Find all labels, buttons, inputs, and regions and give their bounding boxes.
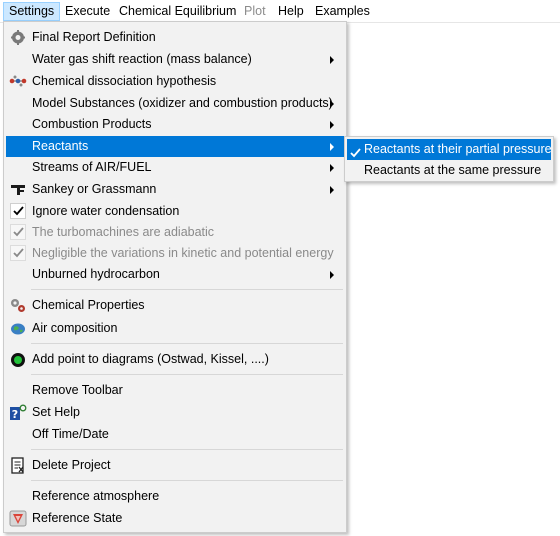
menu-item-label: Add point to diagrams (Ostwad, Kissel, .… bbox=[32, 352, 269, 366]
submenu-arrow-icon bbox=[330, 164, 334, 172]
menu-item-label: Off Time/Date bbox=[32, 427, 109, 441]
menu-chemical-equilibrium[interactable]: Chemical Equilibrium bbox=[114, 2, 241, 21]
molecule-icon bbox=[9, 73, 27, 90]
menu-item-chemical-dissociation[interactable]: Chemical dissociation hypothesis bbox=[6, 71, 344, 92]
menu-separator bbox=[31, 374, 343, 375]
menu-bar: Settings Execute Chemical Equilibrium Pl… bbox=[0, 0, 560, 23]
checkmark-icon bbox=[10, 245, 26, 261]
menu-item-sankey-grassmann[interactable]: Sankey or Grassmann bbox=[6, 179, 344, 200]
menu-separator bbox=[31, 343, 343, 344]
menu-item-label: Set Help bbox=[32, 405, 80, 419]
menu-item-delete-project[interactable]: Delete Project bbox=[6, 455, 344, 476]
delete-document-icon bbox=[9, 457, 27, 474]
gears-icon bbox=[9, 297, 27, 314]
green-dot-icon bbox=[9, 351, 27, 368]
menu-item-label: Negligible the variations in kinetic and… bbox=[32, 246, 334, 260]
menu-item-final-report-definition[interactable]: Final Report Definition bbox=[6, 27, 344, 48]
submenu-item-label: Reactants at their partial pressure bbox=[364, 142, 552, 156]
menu-item-ignore-water-condensation[interactable]: Ignore water condensation bbox=[6, 201, 344, 222]
menu-item-add-point-diagrams[interactable]: Add point to diagrams (Ostwad, Kissel, .… bbox=[6, 349, 344, 370]
menu-item-air-composition[interactable]: Air composition bbox=[6, 318, 344, 339]
menu-item-label: Reactants bbox=[32, 139, 89, 153]
menu-separator bbox=[31, 289, 343, 290]
submenu-arrow-icon bbox=[330, 100, 334, 108]
menu-plot[interactable]: Plot bbox=[239, 2, 271, 21]
checkmark-icon bbox=[10, 224, 26, 240]
menu-item-label: Sankey or Grassmann bbox=[32, 182, 157, 196]
menu-item-model-substances[interactable]: Model Substances (oxidizer and combustio… bbox=[6, 93, 344, 114]
menu-item-reference-atmosphere[interactable]: Reference atmosphere bbox=[6, 486, 344, 507]
checkmark-icon bbox=[10, 203, 26, 219]
report-settings-icon bbox=[9, 29, 27, 46]
menu-item-combustion-products[interactable]: Combustion Products bbox=[6, 114, 344, 135]
menu-item-remove-toolbar[interactable]: Remove Toolbar bbox=[6, 380, 344, 401]
submenu-arrow-icon bbox=[330, 143, 334, 151]
sankey-icon bbox=[9, 181, 27, 198]
menu-item-label: Ignore water condensation bbox=[32, 204, 180, 218]
menu-separator bbox=[31, 480, 343, 481]
menu-item-label: The turbomachines are adiabatic bbox=[32, 225, 215, 239]
menu-settings[interactable]: Settings bbox=[3, 2, 61, 21]
menu-item-chemical-properties[interactable]: Chemical Properties bbox=[6, 295, 344, 316]
globe-icon bbox=[9, 320, 27, 337]
submenu-arrow-icon bbox=[330, 121, 334, 129]
menu-item-label: Model Substances (oxidizer and combustio… bbox=[32, 96, 333, 110]
menu-help[interactable]: Help bbox=[273, 2, 309, 21]
menu-item-label: Delete Project bbox=[32, 458, 111, 472]
submenu-item-reactants-same-pressure[interactable]: Reactants at the same pressure bbox=[347, 160, 551, 181]
submenu-arrow-icon bbox=[330, 56, 334, 64]
menu-item-label: Chemical Properties bbox=[32, 298, 145, 312]
help-icon: ? bbox=[9, 404, 27, 421]
submenu-arrow-icon bbox=[330, 186, 334, 194]
svg-text:?: ? bbox=[12, 408, 18, 421]
menu-execute[interactable]: Execute bbox=[60, 2, 115, 21]
menu-item-label: Combustion Products bbox=[32, 117, 152, 131]
menu-item-reference-state[interactable]: Reference State bbox=[6, 508, 344, 529]
menu-item-label: Remove Toolbar bbox=[32, 383, 123, 397]
menu-item-label: Chemical dissociation hypothesis bbox=[32, 74, 217, 88]
reactants-submenu: Reactants at their partial pressure Reac… bbox=[344, 136, 554, 182]
submenu-item-reactants-partial-pressure[interactable]: Reactants at their partial pressure bbox=[347, 139, 552, 160]
submenu-arrow-icon bbox=[330, 271, 334, 279]
menu-examples[interactable]: Examples bbox=[310, 2, 375, 21]
menu-item-off-time-date[interactable]: Off Time/Date bbox=[6, 424, 344, 445]
menu-item-label: Final Report Definition bbox=[32, 30, 156, 44]
settings-dropdown: Final Report Definition Water gas shift … bbox=[3, 21, 347, 533]
menu-item-water-gas-shift[interactable]: Water gas shift reaction (mass balance) bbox=[6, 49, 344, 70]
menu-item-unburned-hydrocarbon[interactable]: Unburned hydrocarbon bbox=[6, 264, 344, 285]
reference-state-icon bbox=[9, 510, 27, 527]
submenu-item-label: Reactants at the same pressure bbox=[364, 163, 542, 177]
menu-item-turbomachines-adiabatic[interactable]: The turbomachines are adiabatic bbox=[6, 222, 344, 243]
menu-item-streams-air-fuel[interactable]: Streams of AIR/FUEL bbox=[6, 157, 344, 178]
menu-item-label: Water gas shift reaction (mass balance) bbox=[32, 52, 252, 66]
menu-separator bbox=[31, 449, 343, 450]
menu-item-reactants[interactable]: Reactants bbox=[6, 136, 344, 157]
menu-item-label: Air composition bbox=[32, 321, 118, 335]
menu-item-label: Streams of AIR/FUEL bbox=[32, 160, 152, 174]
menu-item-label: Reference State bbox=[32, 511, 123, 525]
menu-item-set-help[interactable]: ? Set Help bbox=[6, 402, 344, 423]
menu-item-label: Unburned hydrocarbon bbox=[32, 267, 160, 281]
menu-item-label: Reference atmosphere bbox=[32, 489, 160, 503]
menu-item-negligible-variations[interactable]: Negligible the variations in kinetic and… bbox=[6, 243, 344, 264]
